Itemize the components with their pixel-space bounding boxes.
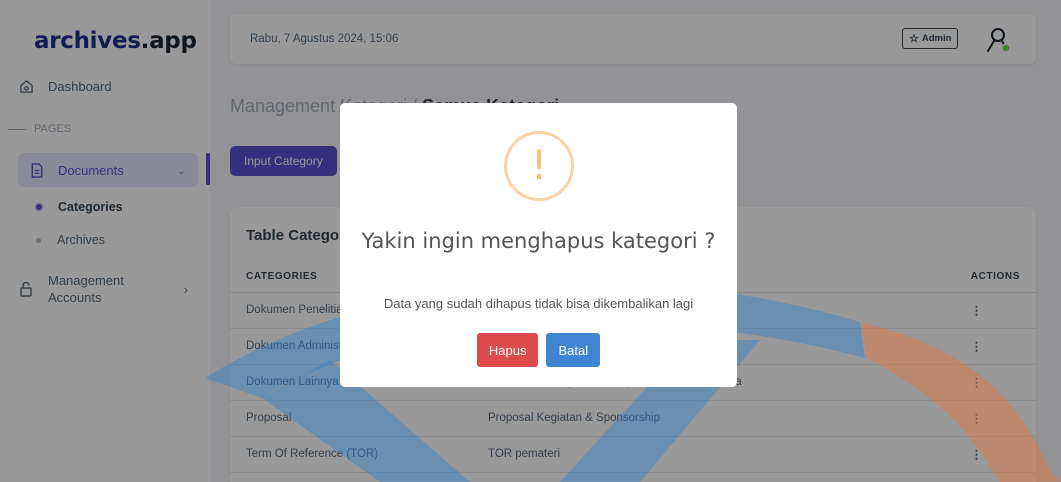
cancel-button[interactable]: Batal <box>546 333 601 367</box>
warning-icon: ! <box>504 131 574 201</box>
dialog-title: Yakin ingin menghapus kategori ? <box>361 229 716 253</box>
dialog-actions: Hapus Batal <box>340 333 737 367</box>
dialog-message: Data yang sudah dihapus tidak bisa dikem… <box>383 296 694 311</box>
warning-glyph: ! <box>530 143 548 189</box>
confirm-delete-button[interactable]: Hapus <box>476 333 539 367</box>
confirm-delete-dialog: ! Yakin ingin menghapus kategori ? Data … <box>340 103 737 387</box>
